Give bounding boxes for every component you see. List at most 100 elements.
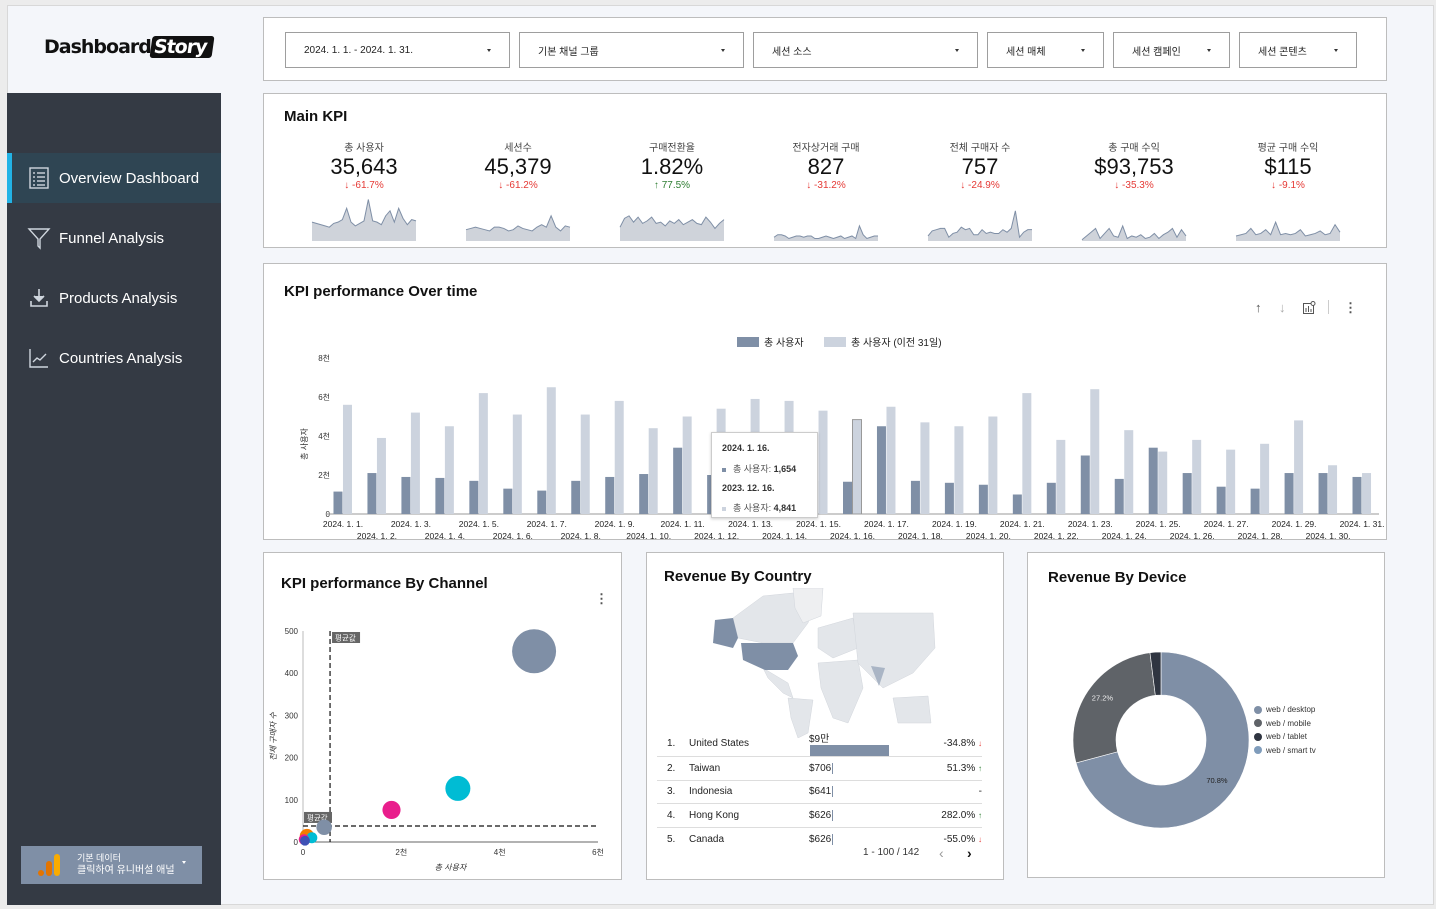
bar [444,426,454,514]
x-tick-label: 2024. 1. 2. [357,531,397,541]
bar [1318,473,1328,514]
bar [886,406,896,514]
legend-item[interactable]: web / smart tv [1254,744,1316,758]
session-source-filter[interactable]: 세션 소스 [753,32,978,68]
sidebar-item-funnel-analysis[interactable]: Funnel Analysis [7,213,221,263]
rank-cell: 5. [667,833,676,845]
country-cell: Taiwan [689,756,809,781]
session-content-filter[interactable]: 세션 콘텐츠 [1239,32,1357,68]
bar [639,474,649,514]
kpi-scorecard: 평균 구매 수익 $115 ↓ -9.1% [1223,139,1353,243]
legend-label: web / mobile [1266,718,1311,728]
date-range-filter[interactable]: 2024. 1. 1. - 2024. 1. 31. [285,32,510,68]
bar [614,400,624,514]
revenue-value: $626 [809,833,832,845]
legend-item[interactable]: web / desktop [1254,703,1316,717]
legend-label: 총 사용자 (이전 31일) [851,337,942,349]
arrow-down-icon: ↓ [960,180,966,191]
legend-swatch [722,467,726,472]
kpi-label: 총 사용자 [344,143,384,154]
bar [1284,473,1294,514]
kpi-change: ↓ -24.9% [915,180,1045,191]
x-tick-label: 2024. 1. 26. [1170,531,1215,541]
chevron-down-icon [721,49,725,52]
session-medium-filter[interactable]: 세션 매체 [987,32,1104,68]
bar [435,477,445,514]
kpi-scorecard: 전체 구매자 수 757 ↓ -24.9% [915,139,1045,243]
revenue-bar [832,809,834,821]
table-row[interactable]: 3. Indonesia $641 - [657,780,982,805]
legend-item[interactable]: web / tablet [1254,730,1316,744]
change-value: -55.0% [943,833,976,845]
legend-item[interactable]: web / mobile [1254,717,1316,731]
brand-name-part1: Dashboard [44,36,152,58]
map-region-australia [892,695,932,724]
kpi-label: 세션수 [504,143,532,154]
session-campaign-filter[interactable]: 세션 캠페인 [1113,32,1230,68]
chart-tooltip: 2024. 1. 16. 총 사용자: 1,654 2023. 12. 16. … [711,432,818,518]
change-value: 51.3% [946,762,976,774]
x-tick-label: 2024. 1. 20. [966,531,1011,541]
filter-label: 세션 콘텐츠 [1258,46,1307,58]
bar [988,416,998,514]
scatter-point [382,800,401,820]
x-tick-label: 2024. 1. 9. [595,519,635,529]
chevron-right-icon[interactable]: › [967,845,972,861]
x-tick-label: 4천 [494,847,506,857]
bar [469,480,479,514]
bar [1182,473,1192,514]
table-row[interactable]: 2. Taiwan $706 51.3% ↑ [657,756,982,781]
rank-cell: 1. [657,730,689,758]
channel-group-filter[interactable]: 기본 채널 그룹 [519,32,744,68]
x-tick-label: 2024. 1. 28. [1238,531,1283,541]
change-cell: 51.3% ↑ [909,756,982,781]
chevron-down-icon [955,49,959,52]
kpi-change: ↓ -35.3% [1069,180,1199,191]
table-row[interactable]: 4. Hong Kong $626 282.0% ↑ [657,803,982,828]
bar [910,480,920,514]
kpi-scorecard: 구매전환율 1.82% ↑ 77.5% [607,139,737,243]
donut-slice-label: 70.8% [1206,776,1228,785]
sidebar-item-label: Products Analysis [59,289,178,307]
data-source-selector[interactable]: 기본 데이터 클릭하여 유니버설 애널 [21,846,202,884]
kpi-change: ↓ -31.2% [761,180,891,191]
revenue-by-device-card: Revenue By Device 70.8% 27.2% web / deskt… [1027,552,1385,878]
x-tick-label: 2024. 1. 22. [1034,531,1079,541]
legend-label: web / desktop [1266,705,1316,715]
kpi-sparkline [311,199,417,241]
sidebar-item-overview-dashboard[interactable]: Overview Dashboard [7,153,221,203]
kpi-value: 35,643 [330,154,398,179]
kpi-change: ↓ -9.1% [1223,180,1353,191]
kpi-sparkline [1081,224,1187,241]
sidebar-item-countries-analysis[interactable]: Countries Analysis [7,333,221,383]
arrow-up-icon: ↑ [978,810,982,820]
legend-swatch [824,337,846,347]
change-value: 282.0% [941,809,976,821]
table-row[interactable]: 1. United States $9만 -34.8% ↓ [657,730,982,758]
bar [1090,389,1100,514]
chevron-down-icon [1081,49,1085,52]
table-row[interactable]: 5. Canada $626 -55.0% ↓ [657,827,982,851]
bar [648,428,658,514]
tooltip-value: 1,654 [773,464,797,474]
pagination-label: 1 - 100 / 142 [863,847,920,858]
revenue-cell: $706 [809,756,909,781]
bar [1362,473,1372,514]
scatter-point [300,835,310,846]
revenue-value: $706 [809,762,832,774]
kpi-label: 전자상거래 구매 [792,143,860,154]
bar [843,481,852,514]
arrow-down-icon: ↓ [1271,180,1277,191]
bar [1022,393,1032,514]
chevron-left-icon[interactable]: ‹ [939,845,944,861]
bar [546,387,556,514]
bar [852,419,862,515]
bar [478,393,488,514]
bar [512,414,522,514]
sidebar-item-products-analysis[interactable]: Products Analysis [7,273,221,323]
x-axis-label: 총 사용자 [435,863,468,872]
revenue-bar [832,762,834,774]
kpi-label: 구매전환율 [649,143,695,154]
data-source-label: 기본 데이터 [77,853,121,863]
x-tick-label: 2024. 1. 7. [527,519,567,529]
